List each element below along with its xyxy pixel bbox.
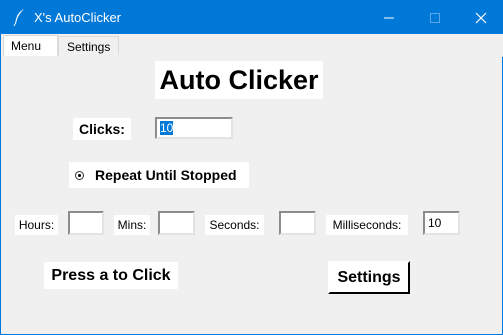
milliseconds-label: Milliseconds: — [326, 215, 408, 235]
close-button[interactable] — [458, 0, 503, 34]
settings-button[interactable]: Settings — [328, 261, 410, 294]
window-title: X's AutoClicker — [34, 10, 122, 25]
minimize-button[interactable] — [366, 0, 412, 34]
feather-icon — [12, 8, 28, 27]
tab-bar: Menu Settings — [1, 34, 503, 57]
mins-label: Mins: — [114, 215, 150, 235]
repeat-until-stopped-option[interactable]: Repeat Until Stopped — [69, 162, 249, 188]
clicks-value: 10 — [160, 121, 174, 135]
clicks-label: Clicks: — [73, 118, 131, 140]
hotkey-instruction: Press a to Click — [44, 262, 178, 289]
milliseconds-input[interactable]: 10 — [423, 211, 460, 235]
page-title: Auto Clicker — [155, 61, 323, 99]
title-bar[interactable]: X's AutoClicker — [1, 0, 503, 34]
app-window: X's AutoClicker Menu Settings Auto Click… — [0, 0, 503, 335]
seconds-label: Seconds: — [205, 215, 264, 235]
seconds-input[interactable] — [279, 211, 316, 235]
mins-input[interactable] — [158, 211, 195, 235]
tab-settings[interactable]: Settings — [58, 36, 119, 55]
menu-panel: Auto Clicker Clicks: 10 Repeat Until Sto… — [1, 56, 502, 334]
close-icon — [475, 12, 487, 24]
tab-menu[interactable]: Menu — [3, 35, 58, 57]
clicks-input[interactable]: 10 — [155, 117, 233, 139]
minimize-icon — [384, 17, 394, 19]
repeat-radio[interactable] — [75, 171, 84, 180]
hours-input[interactable] — [68, 211, 104, 235]
maximize-icon — [430, 13, 440, 23]
hours-label: Hours: — [15, 215, 58, 235]
maximize-button[interactable] — [412, 0, 458, 34]
repeat-label: Repeat Until Stopped — [95, 167, 237, 183]
